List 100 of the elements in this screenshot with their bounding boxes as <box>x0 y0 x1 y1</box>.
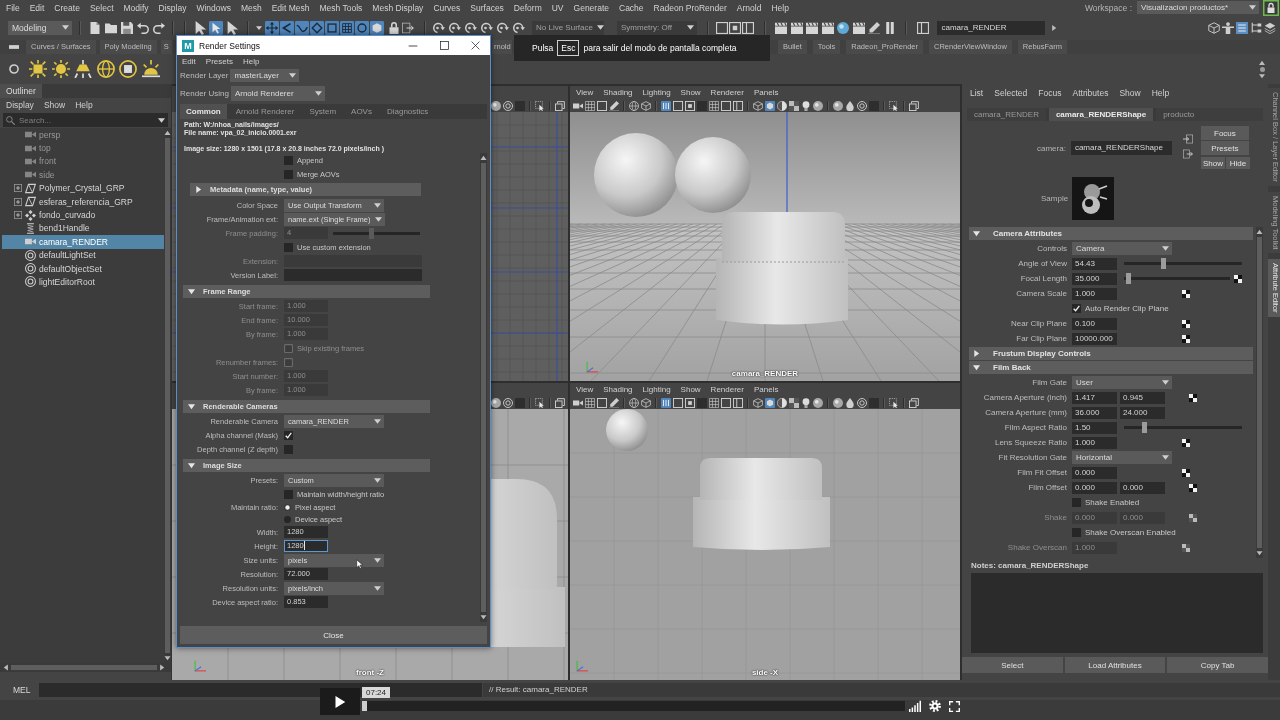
panel-icon[interactable] <box>733 397 743 408</box>
menu-item[interactable]: Modify <box>123 2 149 13</box>
tree-item[interactable]: camara_RENDER <box>2 235 164 249</box>
windows-icon[interactable] <box>909 100 919 111</box>
layers-icon[interactable] <box>1264 21 1276 34</box>
scrollbar-thumb[interactable] <box>481 163 486 612</box>
checkbox[interactable] <box>284 242 293 252</box>
checker-icon[interactable] <box>1189 393 1197 402</box>
search-field[interactable]: Search... <box>3 113 168 127</box>
cursor-in-box-icon[interactable] <box>889 397 899 408</box>
cross-arrows-icon[interactable] <box>265 20 279 35</box>
menu-item[interactable]: Panels <box>753 385 779 394</box>
menu-item[interactable]: Mesh <box>240 2 262 13</box>
menu-item[interactable]: Shading <box>603 88 633 97</box>
tab[interactable]: AOVs <box>345 104 378 119</box>
tree-item[interactable]: defaultObjectSet <box>2 261 164 276</box>
scrollbar[interactable] <box>0 663 171 672</box>
grid-icon[interactable] <box>340 20 354 35</box>
checker-icon[interactable] <box>1182 319 1190 328</box>
play-button[interactable] <box>320 688 360 715</box>
number-field[interactable]: 0.945 <box>1120 391 1165 404</box>
pencil-icon[interactable] <box>609 397 619 408</box>
cube-icon[interactable] <box>753 100 763 111</box>
ring-icon[interactable] <box>857 100 867 111</box>
menu-item[interactable]: Selected <box>994 87 1028 98</box>
cube-icon[interactable] <box>641 397 651 408</box>
square-icon[interactable] <box>325 20 339 35</box>
triangle-up-icon[interactable] <box>164 130 171 136</box>
radio-button[interactable] <box>284 515 291 523</box>
loop-arrow-icon[interactable] <box>433 21 445 34</box>
box-arrow-icon[interactable] <box>1182 134 1193 144</box>
clapperboard-icon[interactable] <box>790 21 803 34</box>
sun-icon[interactable] <box>51 60 70 78</box>
menu-item[interactable]: Select <box>89 2 114 13</box>
number-field[interactable]: 24.000 <box>1120 406 1165 419</box>
menu-item[interactable]: Help <box>75 99 93 110</box>
checkbox[interactable] <box>284 489 293 499</box>
light-bulb-icon[interactable] <box>801 397 811 408</box>
grid-icon[interactable] <box>585 100 595 111</box>
menu-item[interactable]: Attributes <box>1072 87 1109 98</box>
scrollbar[interactable] <box>480 153 487 622</box>
sphere-icon[interactable] <box>833 100 843 111</box>
checker-icon[interactable] <box>1182 468 1190 477</box>
triangle-right-icon[interactable] <box>159 664 165 671</box>
square-in-circle-icon[interactable] <box>119 60 137 78</box>
sphere-icon[interactable] <box>833 397 843 408</box>
number-field[interactable]: 0.000 <box>1072 481 1117 494</box>
tab[interactable]: Common <box>180 104 227 119</box>
cube-icon[interactable] <box>765 100 775 111</box>
checkbox[interactable] <box>1072 528 1081 537</box>
scrollbar-thumb[interactable] <box>165 138 170 653</box>
menu-item[interactable]: Help <box>242 57 260 66</box>
close-icon[interactable] <box>471 41 480 50</box>
menu-item[interactable]: Curves <box>433 2 461 13</box>
grid-icon[interactable] <box>709 397 719 408</box>
cursor-in-box-icon[interactable] <box>535 397 545 408</box>
lamp-icon[interactable] <box>74 60 92 78</box>
tree-item[interactable]: persp <box>2 128 164 142</box>
dropdown[interactable]: masterLayer <box>230 69 300 82</box>
dropdown[interactable]: Horizontal <box>1072 451 1172 464</box>
checkbox[interactable] <box>284 444 293 454</box>
tab[interactable]: Arnold Renderer <box>229 104 301 119</box>
gear-icon[interactable] <box>929 700 941 712</box>
lock-icon[interactable] <box>1263 0 1279 16</box>
triangle-up-icon[interactable] <box>480 155 487 161</box>
loop-arrow-icon[interactable] <box>497 21 509 34</box>
menu-item[interactable]: Cache <box>619 2 644 13</box>
tree-item[interactable]: Polymer_Crystal_GRP <box>2 181 164 195</box>
menu-item[interactable]: Shading <box>603 385 633 394</box>
lock-icon[interactable] <box>388 21 400 34</box>
menu-item[interactable]: Create <box>54 2 80 13</box>
menu-item[interactable]: Windows <box>196 2 231 13</box>
number-field[interactable]: 1.000 <box>1072 287 1117 300</box>
menu-set-dropdown[interactable]: Modeling <box>8 20 72 35</box>
tree-item[interactable]: defaultLightSet <box>2 248 164 262</box>
tab[interactable]: Diagnostics <box>380 104 435 119</box>
sphere-icon[interactable] <box>813 100 823 111</box>
menu-item[interactable]: Show <box>1119 87 1141 98</box>
checker-icon[interactable] <box>1234 274 1242 283</box>
menu-item[interactable]: Help <box>771 2 789 13</box>
pencil-icon[interactable] <box>609 100 619 111</box>
tab[interactable]: camara_RENDER <box>967 108 1046 121</box>
scrollbar-thumb[interactable] <box>1257 237 1262 548</box>
menu-item[interactable]: Panels <box>753 88 779 97</box>
triangle-down-icon[interactable] <box>164 655 171 661</box>
menu-item[interactable]: Lighting <box>642 88 671 97</box>
sun-icon[interactable] <box>29 60 47 78</box>
dropdown[interactable]: User <box>1072 376 1172 389</box>
radio-button[interactable] <box>284 503 291 511</box>
clapperboard-icon[interactable] <box>775 21 787 34</box>
command-field[interactable] <box>39 683 482 697</box>
menu-item[interactable]: Focus <box>1038 87 1062 98</box>
grid-icon[interactable] <box>709 100 719 111</box>
sphere-icon[interactable] <box>813 397 823 408</box>
tree-item[interactable]: bend1Handle <box>2 221 164 236</box>
menu-item[interactable]: Show <box>680 88 701 97</box>
bars-icon[interactable] <box>661 100 671 111</box>
menu-item[interactable]: Arnold <box>736 2 762 13</box>
cube-icon[interactable] <box>641 100 651 111</box>
square-icon[interactable] <box>716 21 728 34</box>
